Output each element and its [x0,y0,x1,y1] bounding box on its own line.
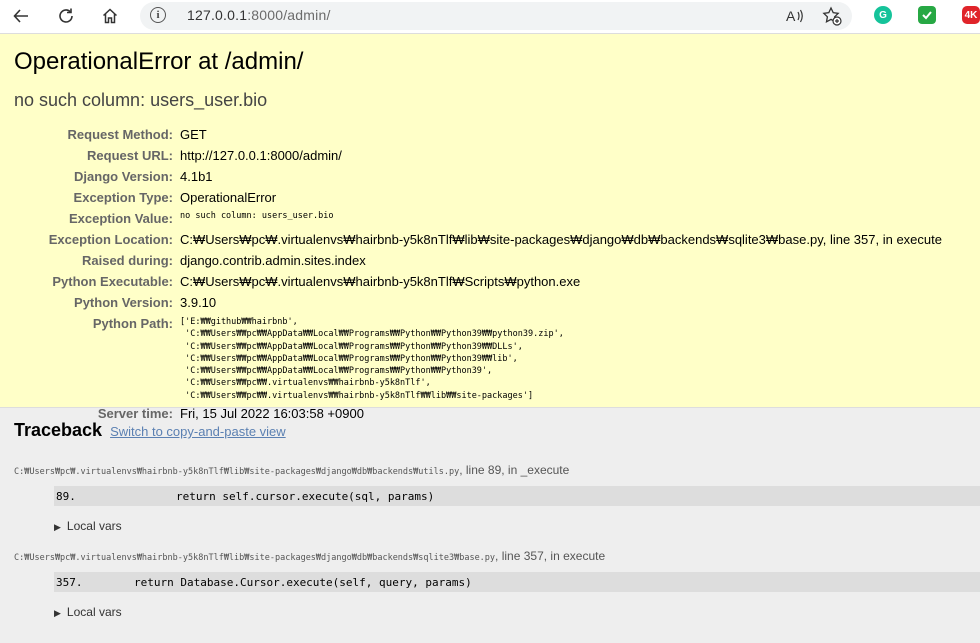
frame-location: , line 89, in _execute [459,463,570,477]
home-icon[interactable] [97,3,123,29]
page-title: OperationalError at /admin/ [14,48,304,75]
meta-row: Request URL: http://127.0.0.1:8000/admin/ [14,146,942,167]
meta-label: Python Path: [92,316,173,331]
meta-label: Exception Location: [48,232,173,247]
request-meta-table: Request Method: GET Request URL: http://12… [14,125,942,425]
local-vars-toggle[interactable]: ▶ Local vars [54,605,966,619]
line-number: 357. [56,575,83,589]
meta-row: Python Executable: C:₩Users₩pc₩.virtualen… [14,272,942,293]
frame-file-path: C:₩Users₩pc₩.virtualenvs₩hairbnb-y5k8nTl… [14,549,966,563]
local-vars-label: Local vars [66,519,122,533]
browser-toolbar: i 127.0.0.1:8000/admin/ A G 4K [0,0,980,34]
traceback-section: Traceback Switch to copy-and-paste view … [0,408,980,619]
meta-value: OperationalError [180,190,277,205]
address-bar[interactable]: i 127.0.0.1:8000/admin/ A [140,2,852,30]
switch-copy-paste-link[interactable]: Switch to copy-and-paste view [110,424,286,439]
error-summary: OperationalError at /admin/ no such colu… [0,34,980,421]
meta-value: GET [180,127,207,142]
meta-value: http://127.0.0.1:8000/admin/ [180,148,342,163]
triangle-right-icon: ▶ [54,522,61,532]
meta-value: C:₩Users₩pc₩.virtualenvs₩hairbnb-y5k8nTl… [180,232,942,247]
meta-row: Raised during: django.contrib.admin.sites… [14,251,942,272]
code-text: return Database.Cursor.execute(self, que… [134,575,472,589]
meta-row: Python Path: ['E:₩₩github₩₩hairbnb', 'C:₩… [14,314,942,404]
code-context-line[interactable]: 357. return Database.Cursor.execute(self,… [54,572,980,592]
frame-location: , line 357, in execute [495,549,606,563]
frame-file-name: C:₩Users₩pc₩.virtualenvs₩hairbnb-y5k8nTl… [14,467,460,477]
code-text: return self.cursor.execute(sql, params) [176,489,435,503]
info-icon[interactable]: i [150,7,166,23]
frame-file-path: C:₩Users₩pc₩.virtualenvs₩hairbnb-y5k8nTl… [14,463,966,477]
frame-file-name: C:₩Users₩pc₩.virtualenvs₩hairbnb-y5k8nTl… [14,553,496,563]
meta-label: Request Method: [67,127,173,142]
back-arrow-icon[interactable] [8,3,34,29]
meta-row: Django Version: 4.1b1 [14,167,942,188]
meta-label: Python Executable: [52,274,173,289]
meta-value: 4.1b1 [180,169,213,184]
url-text[interactable]: 127.0.0.1:8000/admin/ [187,7,331,23]
shield-extension-icon[interactable] [918,6,936,24]
traceback-heading: Traceback Switch to copy-and-paste view [14,420,966,441]
triangle-right-icon: ▶ [54,608,61,618]
meta-row: Exception Type: OperationalError [14,188,942,209]
meta-value: ['E:₩₩github₩₩hairbnb', 'C:₩₩Users₩₩pc₩₩… [180,314,942,404]
meta-value: django.contrib.admin.sites.index [180,253,366,268]
code-context-line[interactable]: 89. return self.cursor.execute(sql, param… [54,486,980,506]
reload-icon[interactable] [53,3,79,29]
exception-message: no such column: users_user.bio [14,90,268,110]
meta-label: Raised during: [81,253,173,268]
traceback-title: Traceback [14,420,103,440]
svg-text:A: A [786,8,796,24]
meta-label: Request URL: [87,148,173,163]
meta-row: Python Version: 3.9.10 [14,293,942,314]
read-aloud-icon[interactable]: A [782,3,808,29]
meta-label: Exception Type: [73,190,173,205]
grammarly-icon[interactable]: G [874,6,892,24]
line-number: 89. [56,489,76,503]
video-4k-extension-icon[interactable]: 4K [962,6,980,24]
favorites-add-icon[interactable] [819,3,845,29]
python-path-list: ['E:₩₩github₩₩hairbnb', 'C:₩₩Users₩₩pc₩₩… [180,317,564,401]
meta-label: Django Version: [74,169,173,184]
meta-label: Exception Value: [68,211,173,226]
meta-row: Exception Value: no such column: users_us… [14,209,942,230]
meta-row: Request Method: GET [14,125,942,146]
meta-value: 3.9.10 [180,295,217,310]
local-vars-toggle[interactable]: ▶ Local vars [54,519,966,533]
meta-row: Exception Location: C:₩Users₩pc₩.virtuale… [14,230,942,251]
meta-value: no such column: users_user.bio [180,211,334,221]
meta-label: Python Version: [74,295,173,310]
meta-value: C:₩Users₩pc₩.virtualenvs₩hairbnb-y5k8nTl… [180,274,581,289]
local-vars-label: Local vars [66,605,122,619]
